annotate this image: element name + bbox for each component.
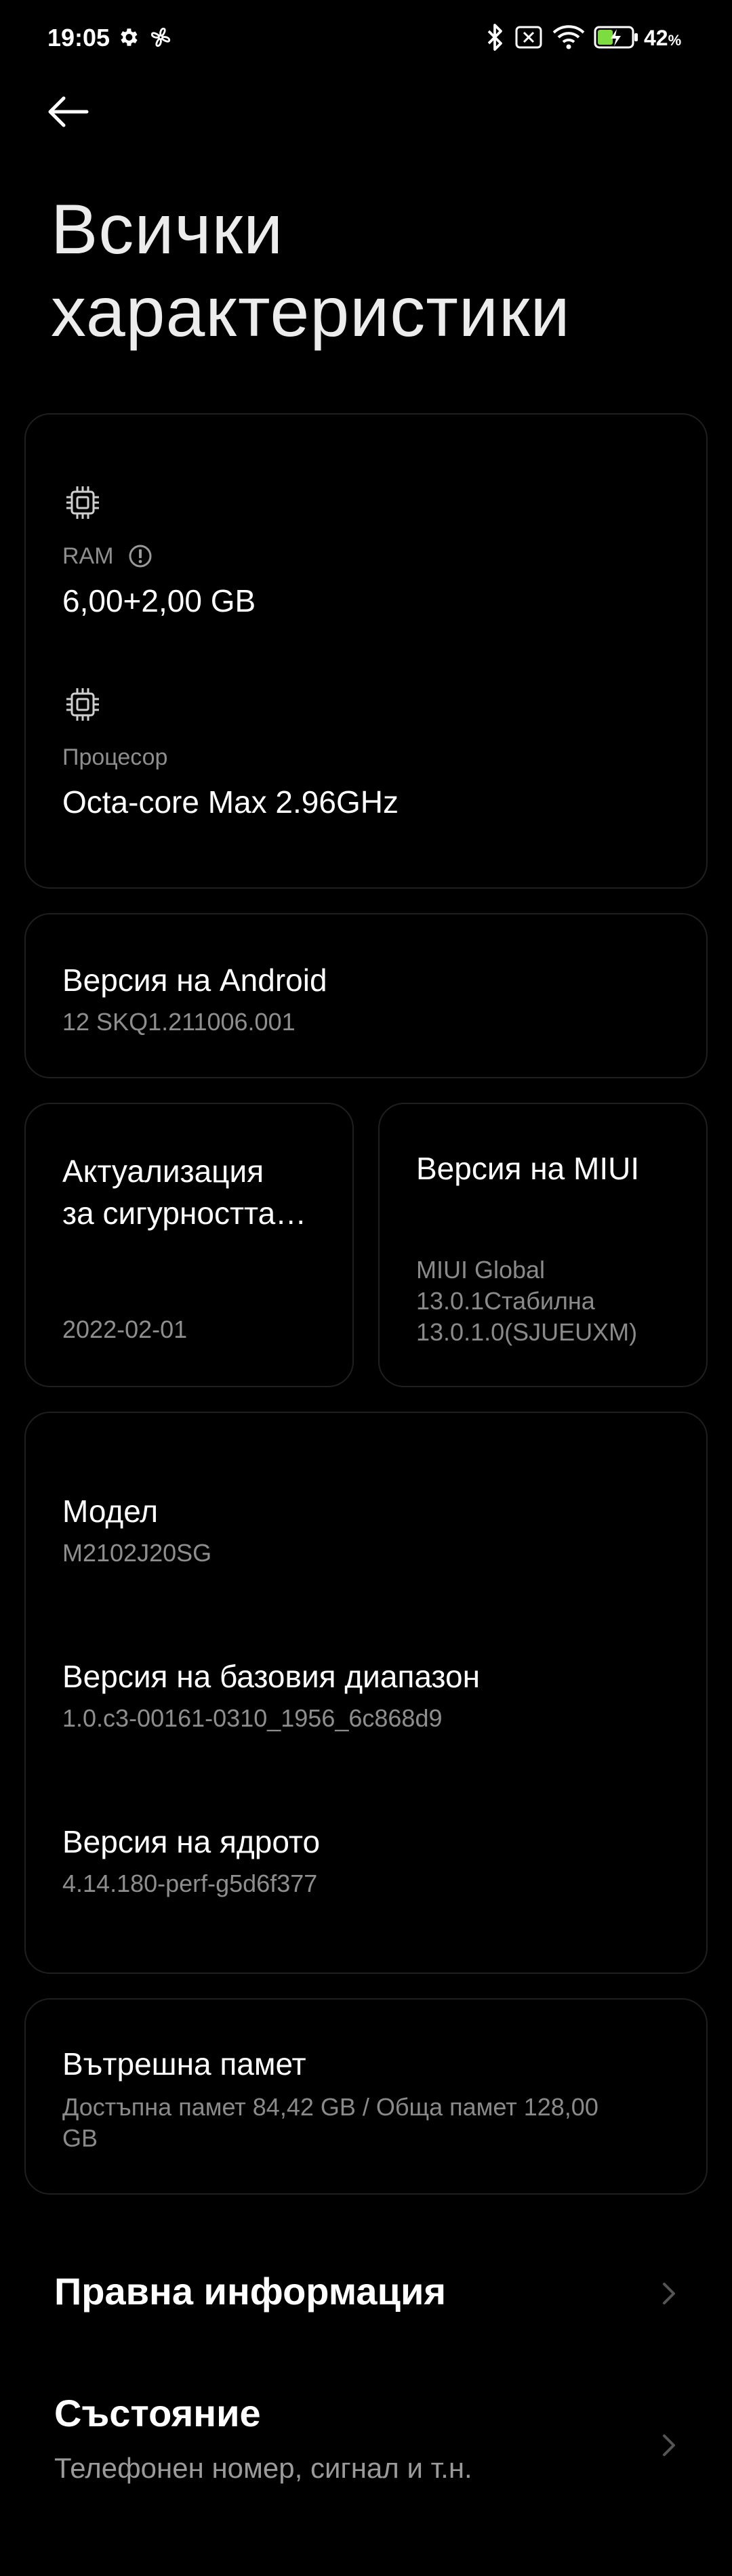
battery-percent: 42% [644, 26, 682, 50]
security-update-title: Актуализация за сигурността… [62, 1154, 307, 1231]
status-subtitle: Телефонен номер, сигнал и т.н. [54, 2452, 472, 2484]
model-row[interactable]: Модел M2102J20SG [26, 1413, 709, 1603]
security-update-card[interactable]: Актуализация за сигурността… 2022-02-01 [24, 1103, 354, 1387]
baseband-value: 1.0.c3-00161-0310_1956_6c868d9 [62, 1704, 443, 1732]
fan-icon [149, 26, 172, 52]
status-row[interactable]: Състояние Телефонен номер, сигнал и т.н. [0, 2378, 732, 2499]
kernel-row[interactable]: Версия на ядрото 4.14.180-perf-g5d6f377 [26, 1768, 709, 1933]
miui-version-title: Версия на MIUI [416, 1151, 640, 1186]
page-title: Всички характеристики [51, 188, 571, 354]
wifi-icon [552, 24, 585, 54]
chip-icon [64, 685, 102, 727]
gear-icon [117, 26, 140, 52]
android-version-title: Версия на Android [62, 963, 327, 998]
info-icon[interactable] [127, 543, 153, 572]
legal-info-row[interactable]: Правна информация [0, 2256, 732, 2330]
chip-icon [64, 484, 102, 525]
android-version-value: 12 SKQ1.211006.001 [62, 1008, 296, 1036]
model-title: Модел [62, 1494, 159, 1529]
legal-info-title: Правна информация [54, 2270, 447, 2313]
back-button[interactable] [45, 95, 99, 135]
ram-label: RAM [62, 543, 114, 569]
android-version-card[interactable]: Версия на Android 12 SKQ1.211006.001 [24, 913, 708, 1078]
kernel-title: Версия на ядрото [62, 1824, 321, 1859]
kernel-value: 4.14.180-perf-g5d6f377 [62, 1870, 318, 1897]
chevron-right-icon [659, 2432, 679, 2459]
baseband-row[interactable]: Версия на базовия диапазон 1.0.c3-00161-… [26, 1603, 709, 1768]
model-value: M2102J20SG [62, 1539, 212, 1567]
battery-charging-icon [594, 26, 638, 52]
cpu-label: Процесор [62, 744, 168, 770]
page-title-line1: Всички [51, 190, 284, 269]
device-details-card: Модел M2102J20SG Версия на базовия диапа… [24, 1412, 708, 1974]
baseband-title: Версия на базовия диапазон [62, 1659, 480, 1694]
cpu-value: Octa-core Max 2.96GHz [62, 784, 399, 820]
status-bar: 19:05 42% [0, 0, 732, 75]
status-title: Състояние [54, 2392, 261, 2434]
miui-version-card[interactable]: Версия на MIUI MIUI Global 13.0.1Стабилн… [378, 1103, 708, 1387]
chevron-right-icon [659, 2280, 679, 2307]
back-arrow-icon [45, 96, 89, 131]
storage-card[interactable]: Вътрешна памет Достъпна памет 84,42 GB /… [24, 1998, 708, 2195]
page-title-line2: характеристики [51, 273, 571, 352]
no-sim-icon [515, 26, 542, 52]
specs-card: RAM 6,00+2,00 GB Процесор Octa-core Max … [24, 413, 708, 889]
storage-title: Вътрешна памет [62, 2046, 306, 2082]
status-time: 19:05 [47, 24, 110, 51]
storage-value: Достъпна памет 84,42 GB / Обща памет 128… [62, 2093, 598, 2152]
bluetooth-icon [485, 23, 505, 55]
miui-version-value: MIUI Global 13.0.1Стабилна 13.0.1.0(SJUE… [416, 1256, 638, 1346]
ram-value: 6,00+2,00 GB [62, 583, 256, 618]
security-update-value: 2022-02-01 [62, 1315, 188, 1343]
